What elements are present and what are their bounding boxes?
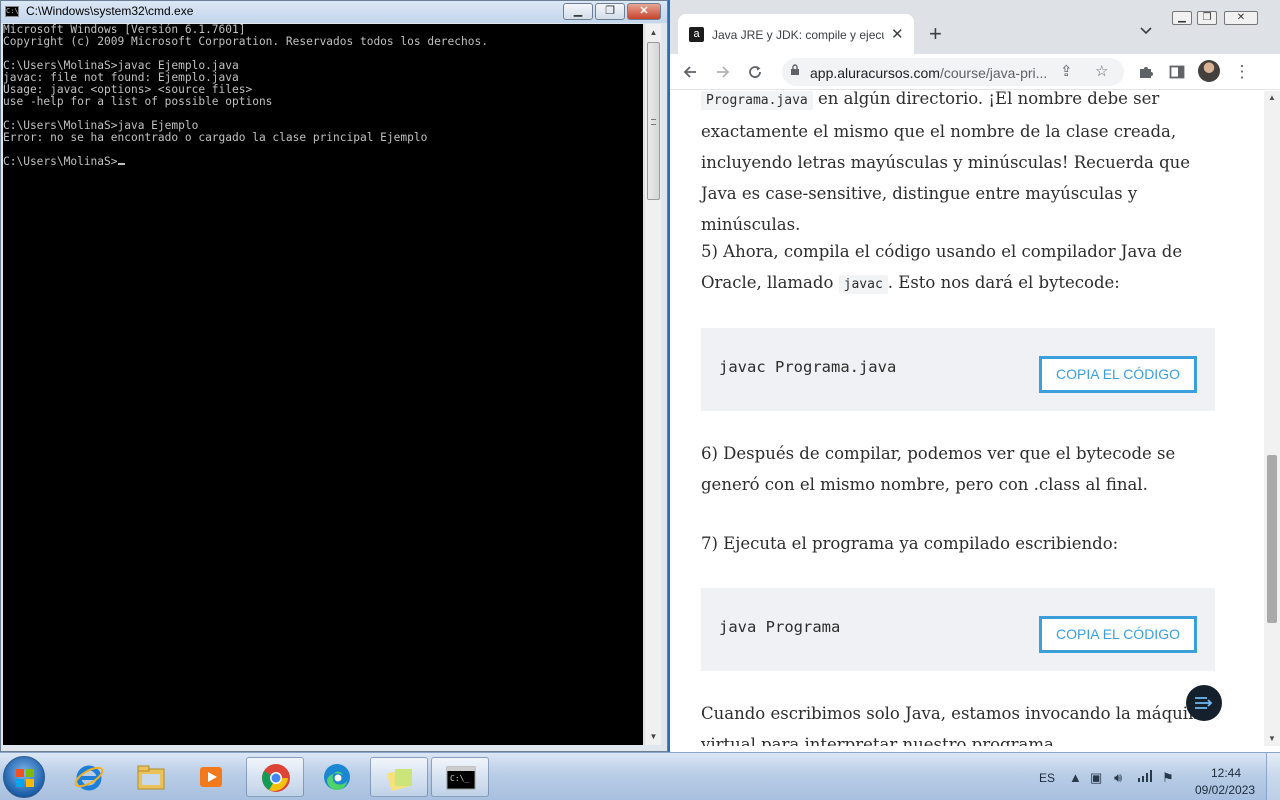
restore-icon: ❐ [605,5,615,17]
minimize-icon: ▁ [1178,12,1186,23]
svg-text:C:\_: C:\_ [450,774,469,783]
inline-code: Programa.java [701,91,813,110]
taskbar-internet-explorer[interactable] [60,757,118,797]
chrome-icon [260,762,292,794]
browser-tab-active[interactable]: a Java JRE y JDK: compile y ejecute ✕ [678,14,914,54]
text-cursor [117,163,125,165]
minimize-button[interactable]: ▁ [563,3,593,20]
new-tab-plus-icon[interactable]: + [929,23,942,45]
cmd-app-icon: C:\ [5,6,19,17]
alura-favicon-icon: a [689,27,704,42]
taskbar-media-player[interactable] [183,757,241,797]
arrow-left-icon[interactable] [678,60,702,84]
url-text: app.aluracursos.com/course/java-pri... [810,65,1048,81]
maximize-button[interactable]: ❐ [595,3,625,20]
language-indicator[interactable]: ES [1039,771,1055,785]
taskbar-edge[interactable] [308,757,366,797]
lesson-menu-icon[interactable] [1186,685,1222,721]
chrome-minimize-button[interactable]: ▁ [1172,11,1192,25]
scroll-up-icon[interactable]: ▲ [1264,91,1280,105]
close-icon: ✕ [639,5,649,17]
kebab-menu-icon[interactable]: ⋮ [1230,60,1254,84]
cmd-scrollbar[interactable]: ▲ ▼ [644,24,661,745]
close-button[interactable]: ✕ [627,3,661,20]
side-panel-icon[interactable] [1165,60,1189,84]
browser-toolbar: app.aluracursos.com/course/java-pri... ⇪… [670,54,1280,90]
taskbar-cmd[interactable]: C:\_ [431,757,489,797]
copy-code-button[interactable]: COPIA EL CÓDIGO [1039,616,1197,653]
close-icon: ✕ [1236,12,1246,23]
windows-logo-icon [16,769,34,787]
tab-title: Java JRE y JDK: compile y ejecute [712,28,884,42]
media-player-icon [196,761,228,793]
paragraph-step-7: 7) Ejecuta el programa ya compilado escr… [701,534,1119,553]
reload-icon[interactable] [743,60,767,84]
paragraph: Cuando escribimos solo Java, estamos inv… [701,704,1209,746]
cmd-titlebar[interactable]: C:\ C:\Windows\system32\cmd.exe ▁ ❐ ✕ [1,1,667,23]
taskbar-sticky-notes[interactable] [370,757,428,797]
cmd-window: C:\ C:\Windows\system32\cmd.exe ▁ ❐ ✕ Mi… [0,0,668,752]
internet-explorer-icon [73,761,105,793]
scroll-down-icon[interactable]: ▼ [1264,732,1280,746]
scroll-down-icon[interactable]: ▼ [645,728,662,745]
minimize-icon: ▁ [573,5,583,17]
restore-icon: ❐ [1202,12,1212,23]
tab-strip: a Java JRE y JDK: compile y ejecute ✕ + … [670,0,1280,54]
volume-icon[interactable]: 🔊︎ [1114,770,1122,786]
cmd-window-title: C:\Windows\system32\cmd.exe [26,4,194,18]
taskbar: C:\_ ES ▲ ▣ 🔊︎ ⚑ 12:44 09/02/2023 [0,752,1280,800]
cmd-icon: C:\_ [445,762,477,794]
copy-code-button[interactable]: COPIA EL CÓDIGO [1039,356,1197,393]
paragraph-step-5: 5) Ahora, compila el código usando el co… [701,242,1183,294]
console-prompt: C:\Users\MolinaS> [3,155,118,168]
usb-device-icon[interactable]: ▣ [1090,770,1102,786]
code-block: javac Programa.java COPIA EL CÓDIGO [701,328,1215,411]
tab-close-icon[interactable]: ✕ [891,25,904,43]
lock-icon[interactable] [790,64,800,79]
folder-icon [135,761,167,793]
paragraph: Programa.java en algún directorio. ¡El n… [701,91,1191,234]
console-line: Error: no se ha encontrado o cargado la … [3,131,428,144]
show-hidden-icons-icon[interactable]: ▲ [1069,770,1082,785]
start-button[interactable] [3,756,45,798]
scroll-up-icon[interactable]: ▲ [645,24,662,41]
paragraph-step-6: 6) Después de compilar, podemos ver que … [701,444,1176,494]
star-icon[interactable]: ☆ [1095,62,1108,80]
share-icon[interactable]: ⇪ [1060,62,1073,80]
address-bar[interactable]: app.aluracursos.com/course/java-pri... ⇪… [782,58,1124,86]
inline-code: javac [838,275,888,294]
taskbar-chrome[interactable] [246,757,304,797]
page-content: Programa.java en algún directorio. ¡El n… [670,91,1264,746]
clock-time[interactable]: 12:44 [1211,766,1241,780]
console-prompt-line[interactable]: C:\Users\MolinaS> [3,156,643,168]
arrow-right-icon[interactable] [711,60,735,84]
code-block: java Programa COPIA EL CÓDIGO [701,588,1215,671]
tab-search-chevron-icon[interactable] [1140,26,1152,38]
network-signal-icon[interactable] [1138,770,1152,785]
puzzle-icon[interactable] [1134,60,1158,84]
console-line: Copyright (c) 2009 Microsoft Corporation… [3,35,488,48]
taskbar-file-explorer[interactable] [122,757,180,797]
show-desktop-button[interactable] [1266,753,1280,800]
scroll-thumb[interactable] [647,42,660,200]
code-text: java Programa [719,618,841,636]
cmd-console[interactable]: Microsoft Windows [Versión 6.1.7601] Cop… [3,24,643,745]
sticky-notes-icon [384,762,416,794]
chrome-window: a Java JRE y JDK: compile y ejecute ✕ + … [670,0,1280,752]
chrome-maximize-button[interactable]: ❐ [1197,11,1217,25]
code-text: javac Programa.java [719,358,897,376]
action-center-flag-icon[interactable]: ⚑ [1162,770,1174,786]
scroll-thumb[interactable] [1267,455,1277,623]
page-scrollbar[interactable]: ▲ ▼ [1264,91,1280,746]
console-line: use -help for a list of possible options [3,95,273,108]
chrome-close-button[interactable]: ✕ [1224,11,1258,25]
profile-avatar[interactable] [1198,60,1220,82]
edge-icon [321,761,353,793]
clock-date[interactable]: 09/02/2023 [1195,783,1255,797]
